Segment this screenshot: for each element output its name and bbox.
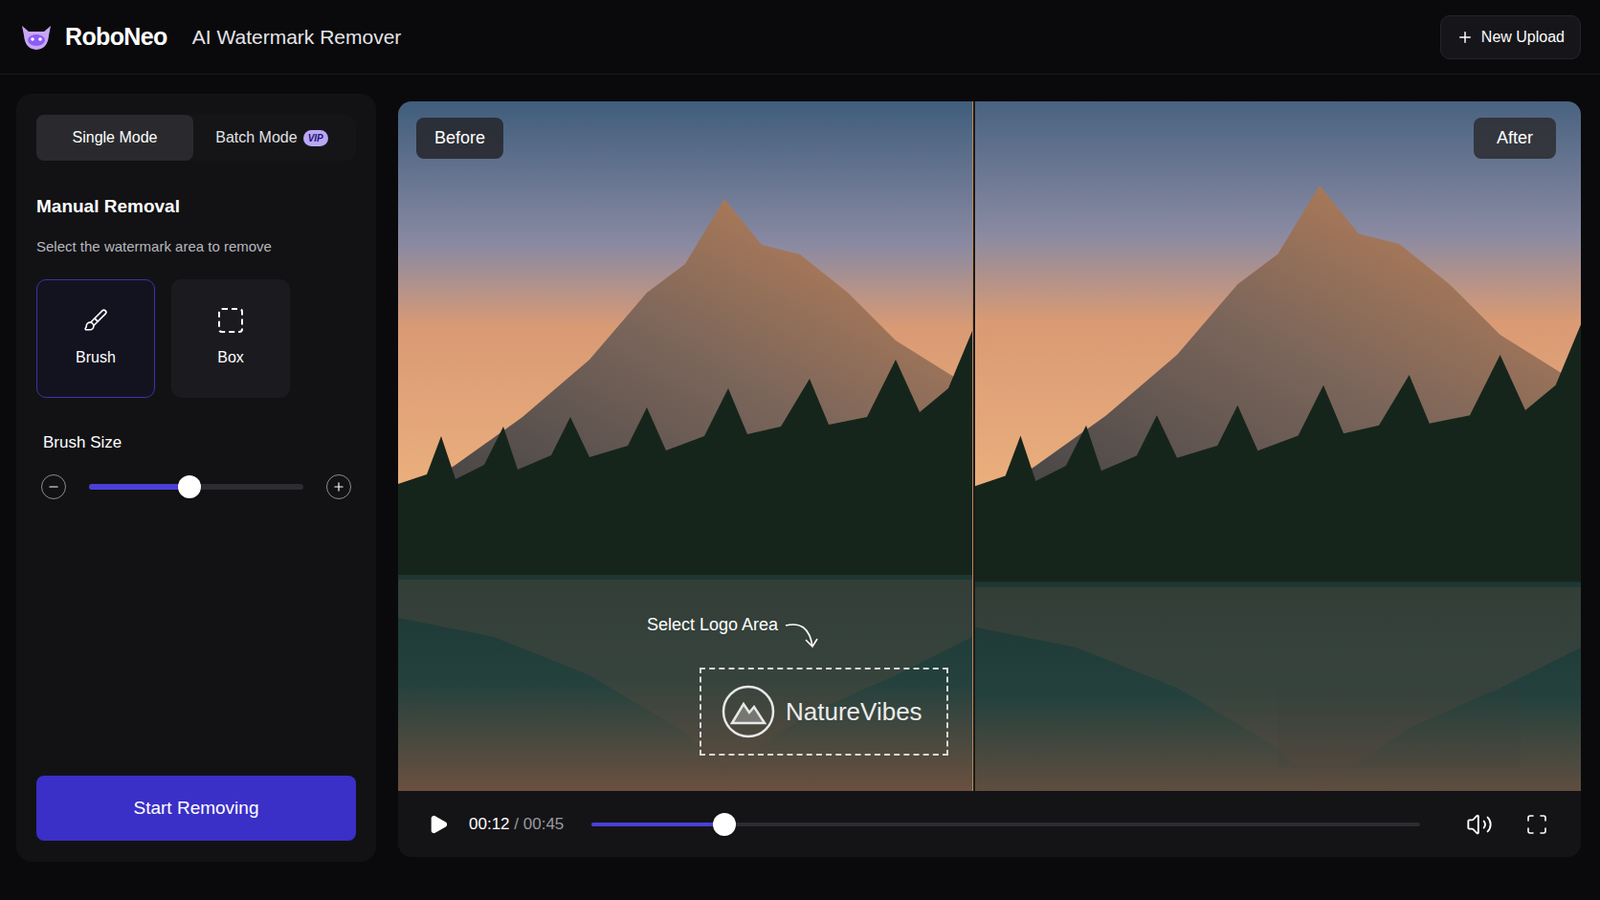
app-name: RoboNeo bbox=[65, 19, 168, 56]
side-panel: Single ModeBatch ModeVIP Manual Removal Se… bbox=[16, 93, 377, 863]
app-title: AI Watermark Remover bbox=[192, 22, 402, 53]
annotation: Select Logo Area bbox=[646, 608, 823, 651]
body: Single ModeBatch ModeVIP Manual Removal Se… bbox=[0, 74, 1600, 863]
slider-fill bbox=[591, 822, 725, 827]
mode-tab[interactable]: Single Mode bbox=[36, 114, 194, 161]
plus-icon bbox=[332, 480, 346, 494]
increase-button[interactable] bbox=[326, 474, 352, 500]
slider-fill bbox=[88, 484, 190, 490]
before-frame bbox=[398, 101, 973, 792]
header: RoboNeo AI Watermark Remover New Upload bbox=[0, 0, 1600, 75]
vip-badge: VIP bbox=[303, 130, 329, 147]
section-title: Manual Removal bbox=[36, 193, 356, 222]
brush-size-slider[interactable] bbox=[88, 484, 304, 490]
progress-slider[interactable] bbox=[591, 822, 1421, 827]
logo-icon bbox=[19, 22, 54, 53]
before-image bbox=[398, 101, 973, 792]
play-icon bbox=[427, 814, 449, 836]
fullscreen-icon bbox=[1525, 813, 1549, 837]
after-image bbox=[975, 101, 1581, 792]
plus-icon bbox=[1456, 28, 1474, 46]
mode-tab[interactable]: Batch ModeVIP bbox=[193, 114, 351, 161]
fullscreen-button[interactable] bbox=[1525, 813, 1549, 837]
volume-icon bbox=[1466, 811, 1493, 839]
mountain-logo-icon bbox=[720, 684, 777, 740]
box-icon bbox=[218, 308, 244, 334]
after-frame bbox=[975, 101, 1581, 792]
tool-button[interactable]: Brush bbox=[36, 279, 156, 399]
play-button[interactable] bbox=[426, 813, 450, 837]
before-label: Before bbox=[416, 117, 504, 159]
after-label: After bbox=[1473, 117, 1556, 159]
volume-button[interactable] bbox=[1466, 811, 1493, 839]
minus-icon bbox=[46, 480, 61, 494]
brush-icon bbox=[83, 308, 109, 334]
mode-tabs: Single ModeBatch ModeVIP bbox=[36, 114, 356, 161]
time-display: 00:12 / 00:45 bbox=[468, 812, 575, 838]
brush-size-label: Brush Size bbox=[36, 430, 356, 456]
app: RoboNeo AI Watermark Remover New Upload Sin… bbox=[0, 0, 1600, 900]
start-removing-button[interactable]: Start Removing bbox=[36, 776, 356, 842]
tool-list: BrushBox bbox=[36, 279, 356, 399]
arrow-icon bbox=[783, 608, 823, 651]
compare-view: Before After Select Logo Area NatureVibes bbox=[398, 101, 1581, 792]
compare-divider[interactable] bbox=[972, 101, 976, 792]
section-hint: Select the watermark area to remove bbox=[36, 236, 356, 259]
player-controls: 00:12 / 00:45 bbox=[398, 791, 1581, 858]
tool-button[interactable]: Box bbox=[171, 279, 290, 399]
new-upload-button[interactable]: New Upload bbox=[1440, 15, 1581, 60]
logo-selection-box[interactable]: NatureVibes bbox=[699, 667, 949, 756]
slider-knob[interactable] bbox=[712, 813, 736, 837]
decrease-button[interactable] bbox=[41, 474, 67, 500]
preview-panel: Before After Select Logo Area NatureVibes 00… bbox=[398, 101, 1581, 858]
brush-size-row bbox=[36, 474, 356, 500]
slider-knob[interactable] bbox=[177, 475, 201, 499]
